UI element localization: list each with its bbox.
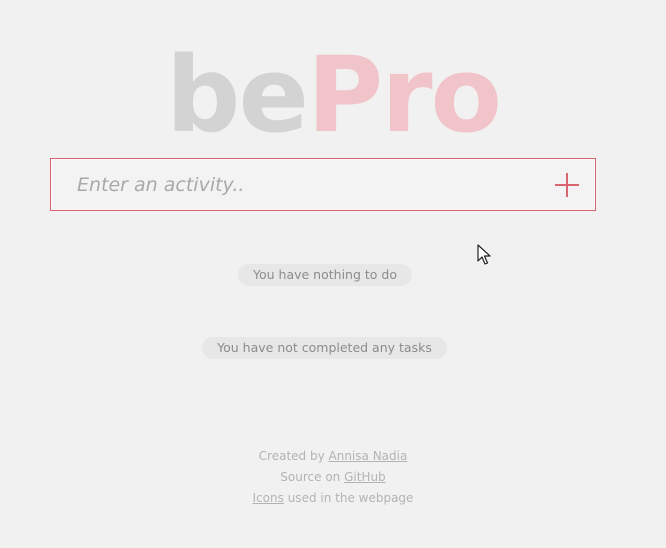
add-activity-button[interactable] bbox=[553, 171, 581, 199]
logo-text-pro: Pro bbox=[307, 34, 502, 156]
github-link[interactable]: GitHub bbox=[344, 470, 386, 484]
todo-empty-badge: You have nothing to do bbox=[238, 264, 412, 286]
app-logo: bePro bbox=[0, 40, 666, 150]
author-link[interactable]: Annisa Nadia bbox=[329, 449, 408, 463]
completed-empty-badge: You have not completed any tasks bbox=[202, 337, 447, 359]
footer-icons-suffix: used in the webpage bbox=[283, 491, 414, 505]
footer-source: Source on GitHub bbox=[0, 467, 666, 488]
activity-input[interactable] bbox=[77, 159, 517, 210]
activity-entry bbox=[50, 158, 596, 211]
footer: Created by Annisa Nadia Source on GitHub… bbox=[0, 446, 666, 509]
footer-source-prefix: Source on bbox=[280, 470, 345, 484]
mouse-pointer-icon bbox=[477, 244, 491, 265]
footer-credit-prefix: Created by bbox=[258, 449, 329, 463]
logo-text-be: be bbox=[166, 34, 309, 156]
footer-icons: Icons used in the webpage bbox=[0, 488, 666, 509]
icons-link[interactable]: Icons bbox=[253, 491, 284, 505]
footer-credit: Created by Annisa Nadia bbox=[0, 446, 666, 467]
